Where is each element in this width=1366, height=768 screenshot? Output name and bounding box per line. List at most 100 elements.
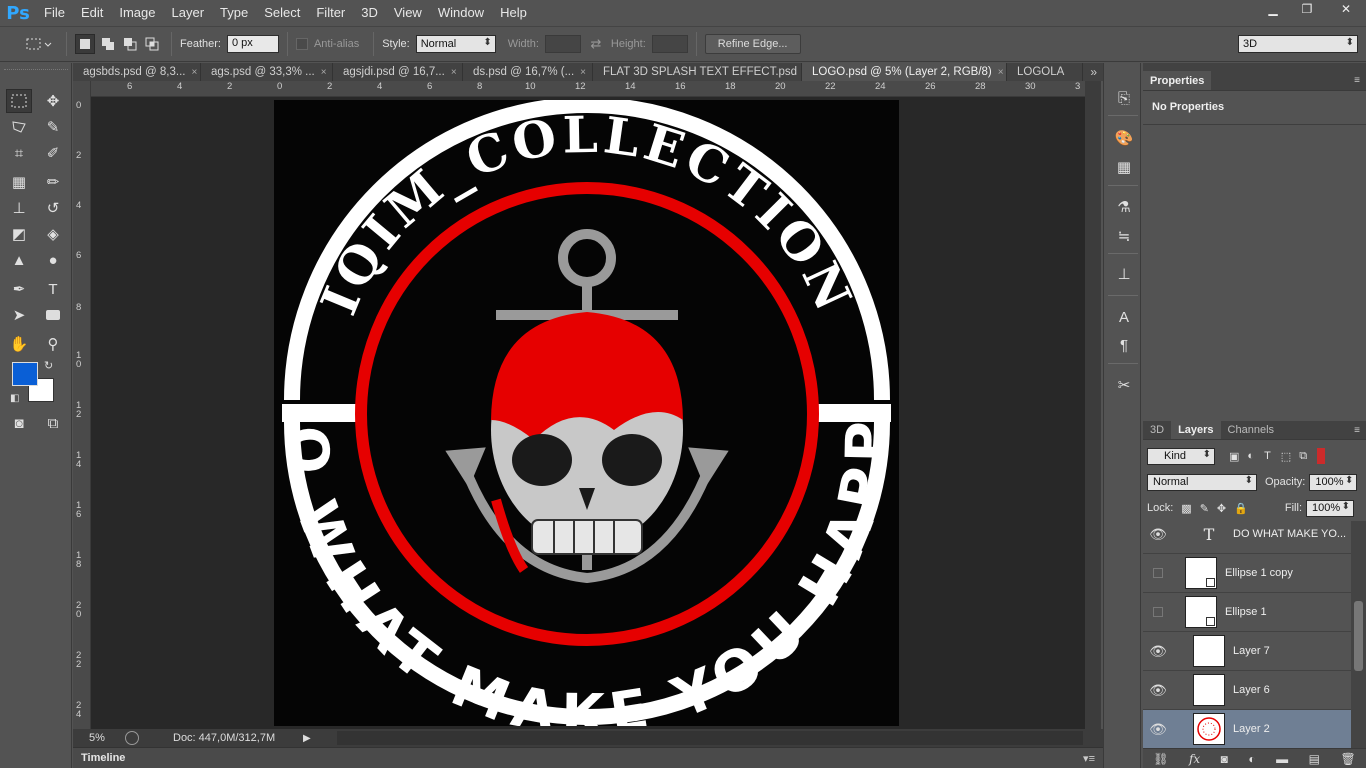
menu-file[interactable]: File (36, 0, 73, 26)
opacity-input[interactable]: 100% (1309, 473, 1358, 491)
polygonal-lasso-tool-icon[interactable] (6, 115, 32, 139)
tool-presets-icon[interactable]: ✂ (1113, 374, 1135, 396)
layers-scrollbar[interactable] (1351, 521, 1366, 748)
tab-overflow-icon[interactable]: » (1090, 65, 1097, 79)
close-tab-icon[interactable]: × (321, 67, 327, 78)
menu-image[interactable]: Image (111, 0, 163, 26)
filter-smart-object-icon[interactable]: ⧉ (1299, 450, 1307, 463)
spot-healing-brush-icon[interactable]: ▦ (6, 170, 32, 194)
blur-tool-icon[interactable]: ▲ (6, 248, 32, 272)
menu-view[interactable]: View (386, 0, 430, 26)
tab-channels[interactable]: Channels (1221, 420, 1281, 439)
visibility-off-box[interactable] (1153, 607, 1163, 617)
close-tab-icon[interactable]: × (451, 67, 457, 78)
trash-icon[interactable]: 🗑 (1340, 752, 1355, 766)
history-icon[interactable]: ⎘ (1113, 87, 1135, 109)
menu-window[interactable]: Window (430, 0, 492, 26)
layer-filter-select[interactable]: Kind (1147, 447, 1215, 465)
blend-mode-select[interactable]: Normal (1147, 473, 1257, 491)
new-group-icon[interactable]: ▬ (1276, 752, 1288, 766)
quick-mask-icon[interactable]: ◙ (6, 411, 32, 435)
filter-shape-icon[interactable]: ⬚ (1281, 450, 1291, 463)
swatches-icon[interactable]: ▦ (1113, 156, 1135, 178)
type-tool-icon[interactable]: T (40, 277, 66, 301)
eye-icon[interactable]: 👁 (1143, 526, 1173, 543)
clone-source-icon[interactable]: ⊥ (1113, 263, 1135, 285)
layer-row[interactable]: Ellipse 1 (1143, 593, 1351, 632)
hand-tool-icon[interactable]: ✋ (6, 332, 32, 356)
tab-layers[interactable]: Layers (1171, 420, 1221, 439)
lock-position-icon[interactable]: ✥ (1217, 502, 1226, 515)
filter-adjustment-icon[interactable]: ◐ (1247, 450, 1254, 462)
brush-tool-icon[interactable]: ✏ (40, 170, 66, 194)
color-palette-icon[interactable]: 🎨 (1113, 127, 1135, 149)
brush-presets-icon[interactable]: ≒ (1113, 225, 1135, 247)
width-input[interactable] (544, 35, 581, 53)
status-menu-icon[interactable]: ▶ (303, 733, 311, 744)
proof-icon[interactable] (125, 731, 139, 745)
layer-row[interactable]: Ellipse 1 copy (1143, 554, 1351, 593)
move-tool-icon[interactable]: ✥ (40, 89, 66, 113)
eye-icon[interactable]: 👁 (1143, 721, 1173, 738)
adjustment-layer-icon[interactable]: ◐ (1248, 752, 1255, 766)
eye-icon[interactable]: 👁 (1143, 643, 1173, 660)
document-canvas[interactable]: IQIM_COLLECTION DO WHAT MAKE YOU HAPPY (274, 100, 899, 726)
brushes-icon[interactable]: ⚗ (1113, 196, 1135, 218)
panel-menu-icon[interactable]: ≡ (1354, 75, 1360, 86)
canvas-area[interactable]: IQIM_COLLECTION DO WHAT MAKE YOU HAPPY (91, 97, 1085, 729)
intersect-selection-icon[interactable] (141, 34, 163, 54)
fx-icon[interactable]: fx (1189, 752, 1200, 766)
new-selection-icon[interactable] (75, 34, 95, 54)
menu-filter[interactable]: Filter (308, 0, 353, 26)
doc-tab[interactable]: ags.psd @ 33,3% ... × (201, 63, 333, 81)
subtract-from-selection-icon[interactable] (119, 34, 141, 54)
marquee-tool-preset-icon[interactable] (18, 31, 58, 57)
quick-selection-tool-icon[interactable]: ✎ (40, 115, 66, 139)
menu-type[interactable]: Type (212, 0, 256, 26)
feather-input[interactable]: 0 px (226, 35, 279, 53)
horizontal-ruler[interactable]: 6 4 2 0 2 4 6 8 10 12 14 16 18 20 22 24 … (91, 81, 1085, 97)
foreground-color-swatch[interactable] (12, 362, 38, 386)
close-button[interactable]: ✕ (1326, 0, 1366, 18)
layer-row[interactable]: 👁 Layer 6 (1143, 671, 1351, 710)
menu-select[interactable]: Select (256, 0, 308, 26)
layer-row-selected[interactable]: 👁 Layer 2 (1143, 710, 1351, 748)
dodge-tool-icon[interactable]: ● (40, 248, 66, 272)
link-layers-icon[interactable]: ⛓ (1153, 752, 1168, 766)
filter-pixel-icon[interactable]: ▣ (1229, 450, 1239, 463)
restore-button[interactable]: ❐ (1292, 0, 1322, 18)
horizontal-scrollbar[interactable] (337, 731, 1083, 745)
clone-stamp-tool-icon[interactable]: ⊥ (6, 196, 32, 220)
filter-toggle-icon[interactable] (1317, 448, 1326, 464)
rectangle-shape-tool-icon[interactable] (40, 303, 66, 327)
eye-icon[interactable]: 👁 (1143, 682, 1173, 699)
default-colors-icon[interactable]: ◧ (10, 393, 19, 404)
panel-menu-icon[interactable]: ≡ (1354, 425, 1360, 436)
add-mask-icon[interactable]: ◙ (1221, 752, 1228, 766)
new-layer-icon[interactable]: ▤ (1309, 752, 1320, 766)
doc-tab[interactable]: LOGOLA (1007, 63, 1083, 81)
doc-tab[interactable]: agsjdi.psd @ 16,7... × (333, 63, 463, 81)
style-select[interactable]: Normal (415, 35, 496, 53)
anti-alias-checkbox[interactable] (295, 38, 308, 50)
add-to-selection-icon[interactable] (97, 34, 119, 54)
refine-edge-button[interactable]: Refine Edge... (704, 34, 801, 54)
close-tab-icon[interactable]: × (580, 67, 586, 78)
menu-layer[interactable]: Layer (164, 0, 213, 26)
layer-row[interactable]: 👁 Layer 7 (1143, 632, 1351, 671)
menu-3d[interactable]: 3D (353, 0, 386, 26)
filter-type-icon[interactable]: T (1264, 450, 1271, 462)
minimize-button[interactable]: ▁ (1258, 0, 1288, 18)
paint-bucket-tool-icon[interactable]: ◈ (40, 222, 66, 246)
crop-tool-icon[interactable]: ⌗ (6, 141, 32, 165)
menu-edit[interactable]: Edit (73, 0, 111, 26)
character-icon[interactable]: A (1113, 306, 1135, 328)
tab-properties[interactable]: Properties (1143, 71, 1212, 90)
menu-help[interactable]: Help (492, 0, 535, 26)
rectangular-marquee-tool-icon[interactable] (6, 89, 32, 113)
doc-tab-active[interactable]: LOGO.psd @ 5% (Layer 2, RGB/8) × (802, 63, 1007, 81)
fill-input[interactable]: 100% (1306, 499, 1354, 517)
lock-transparency-icon[interactable]: ▩ (1181, 502, 1191, 515)
swap-width-height-icon[interactable]: ⇄ (581, 36, 611, 52)
close-tab-icon[interactable]: × (191, 67, 197, 78)
